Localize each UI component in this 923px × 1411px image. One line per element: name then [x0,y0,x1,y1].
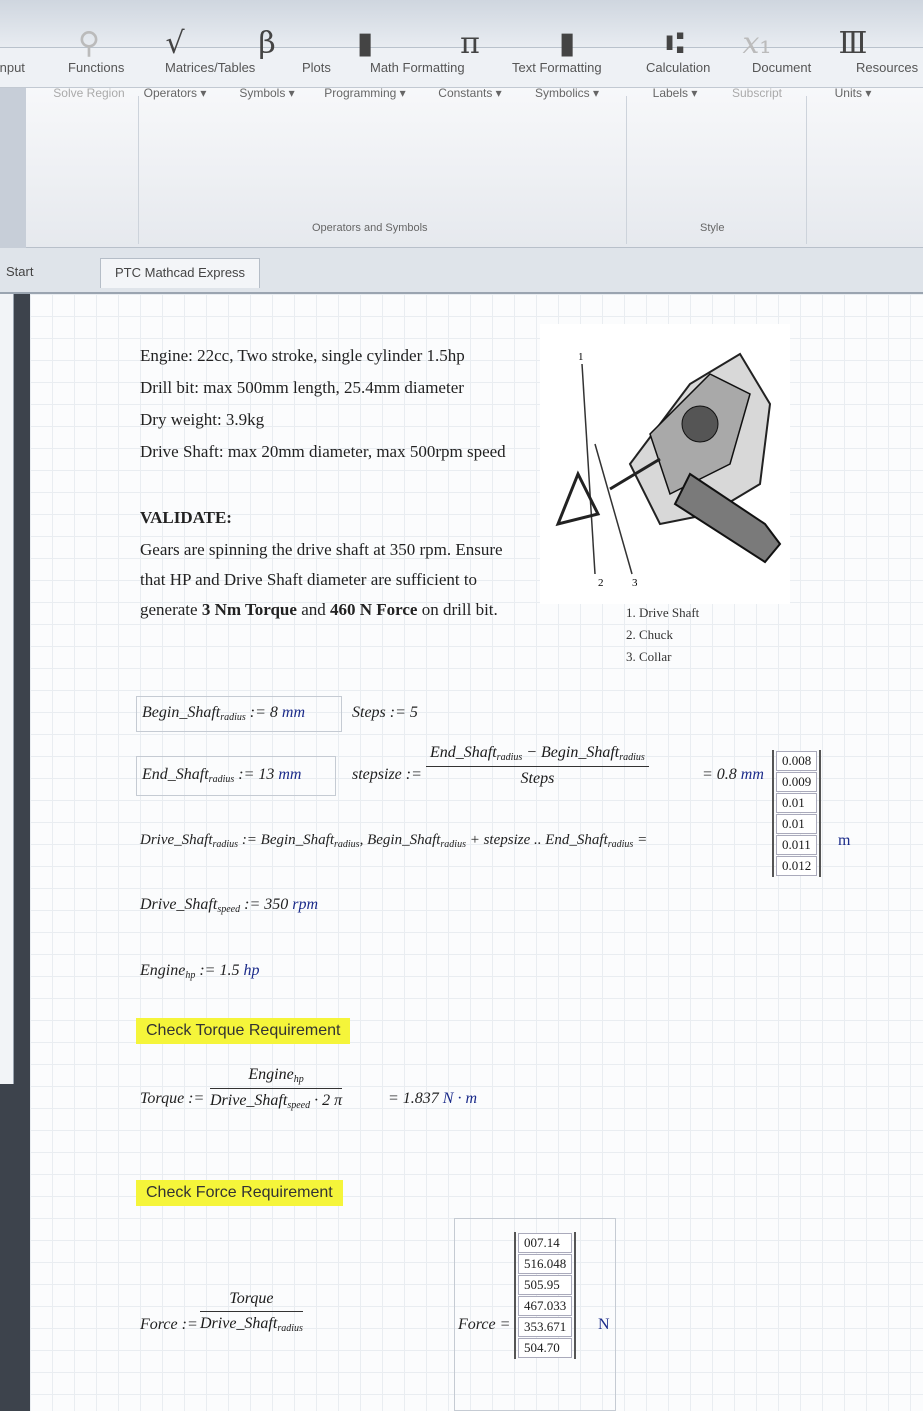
validate-line: Gears are spinning the drive shaft at 35… [140,540,503,559]
tab-start[interactable]: Start [0,258,47,288]
drive-shaft-radius-unit: m [838,832,851,849]
check-torque-heading: Check Torque Requirement [136,1018,351,1044]
group-label-style: Style [700,222,725,234]
drive-shaft-speed-definition: Drive_Shaftspeed := 350 rpm [140,896,319,915]
legend-item: 3. Collar [626,649,672,664]
constants-icon: π [460,26,480,61]
force-lhs: Force := [140,1316,198,1333]
programming-button[interactable]: ▮ Programming ▾ [320,20,410,100]
force-result-unit: N [598,1316,610,1333]
force-fraction: Torque Drive_Shaftradius [200,1290,303,1334]
engine-hp-definition: Enginehp := 1.5 hp [140,962,260,981]
matrix-cell: 505.95 [518,1275,573,1295]
units-icon: Ⅲ [838,26,868,61]
matrix-cell: 0.011 [776,835,818,855]
operators-icon: √ [165,26,185,61]
torque-result: = 1.837 N · m [388,1090,478,1107]
torque-lhs: Torque := [140,1090,205,1107]
tab-ptc-mathcad-express[interactable]: PTC Mathcad Express [100,258,261,288]
begin-shaft-definition: Begin_Shaftradius := 8 mm [142,704,306,723]
spec-line: Drill bit: max 500mm length, 25.4mm diam… [140,378,464,397]
matrix-cell: 007.14 [518,1233,573,1253]
validate-line: that HP and Drive Shaft diameter are suf… [140,570,478,589]
matrix-cell: 0.008 [776,751,818,771]
matrix-cell: 504.70 [518,1338,573,1358]
legend-item: 1. Drive Shaft [626,605,700,620]
solve-region-button[interactable]: ⚲ Solve Region [44,20,134,100]
symbolics-button[interactable]: ▮ Symbolics ▾ [522,20,612,100]
solve-region-icon: ⚲ [78,26,100,61]
operators-button[interactable]: √ Operators ▾ [130,20,220,100]
stepsize-result: = 0.8 mm [702,766,764,783]
ribbon-separator [806,96,807,244]
diagram-legend: 1. Drive Shaft 2. Chuck 3. Collar [626,602,699,668]
end-shaft-definition: End_Shaftradius := 13 mm [142,766,302,785]
worksheet[interactable]: Engine: 22cc, Two stroke, single cylinde… [30,294,923,1411]
units-button[interactable]: Ⅲ Units ▾ [808,20,898,100]
force-result-lhs: Force = [458,1316,511,1333]
steps-definition: Steps := 5 [352,704,418,721]
matrix-cell: 0.01 [776,814,818,834]
subscript-button[interactable]: 𝑥₁ Subscript [712,20,802,100]
svg-text:1: 1 [578,351,584,363]
drive-shaft-radius-matrix[interactable]: 0.008 0.009 0.01 0.01 0.011 0.012 [772,750,822,877]
ribbon-side-panel [0,88,26,248]
programming-icon: ▮ [356,26,374,61]
matrix-cell: 516.048 [518,1254,573,1274]
document-tab-strip: Start PTC Mathcad Express [0,248,923,294]
force-result-matrix[interactable]: 007.14 516.048 505.95 467.033 353.671 50… [514,1232,577,1359]
validate-line: generate 3 Nm Torque and 460 N Force on … [140,600,498,619]
tab-input[interactable]: Input [0,60,25,75]
matrix-cell: 467.033 [518,1296,573,1316]
stepsize-lhs: stepsize := [352,766,422,783]
drill-diagram-image: 1 2 3 [540,324,790,604]
subscript-icon: 𝑥₁ [742,26,772,61]
torque-requirement: 3 Nm Torque [201,600,297,619]
force-requirement: 460 N Force [329,600,418,619]
matrix-cell: 0.012 [776,856,818,876]
spec-line: Dry weight: 3.9kg [140,410,265,429]
matrix-cell: 0.009 [776,772,818,792]
torque-fraction: Enginehp Drive_Shaftspeed · 2 π [210,1066,343,1111]
ribbon-separator [138,96,139,244]
validate-heading: VALIDATE: [140,508,232,527]
svg-text:3: 3 [632,577,638,589]
symbols-icon: β [258,26,276,61]
labels-icon: ⑆ [666,26,684,61]
spec-line: Engine: 22cc, Two stroke, single cylinde… [140,346,465,365]
group-label-operators: Operators and Symbols [312,222,428,234]
drive-shaft-radius-definition: Drive_Shaftradius := Begin_Shaftradius, … [140,832,648,850]
symbols-button[interactable]: β Symbols ▾ [222,20,312,100]
svg-text:2: 2 [598,577,604,589]
symbolics-icon: ▮ [558,26,576,61]
legend-item: 2. Chuck [626,627,673,642]
ribbon-separator [626,96,627,244]
spec-line: Drive Shaft: max 20mm diameter, max 500r… [140,442,506,461]
check-force-heading: Check Force Requirement [136,1180,343,1206]
left-side-panel [0,294,14,1084]
matrix-cell: 353.671 [518,1317,573,1337]
constants-button[interactable]: π Constants ▾ [425,20,515,100]
stepsize-fraction: End_Shaftradius − Begin_Shaftradius Step… [426,744,649,788]
labels-button[interactable]: ⑆ Labels ▾ [630,20,720,100]
matrix-cell: 0.01 [776,793,818,813]
